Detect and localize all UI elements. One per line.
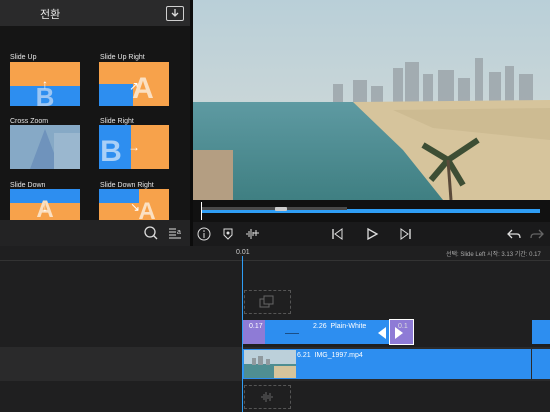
preview-scrubber[interactable]	[193, 200, 550, 222]
transition-slide-up-right[interactable]: A ↗	[99, 62, 169, 106]
panel-header: 전환	[0, 0, 190, 26]
title-clip-duration: 2.26	[313, 323, 327, 330]
slide-glyph: B	[100, 135, 122, 168]
svg-text:a: a	[177, 229, 181, 236]
arrow-down-icon: ↓	[42, 200, 48, 214]
ruler	[0, 260, 550, 261]
transition-label: Slide Down Right	[100, 182, 154, 189]
layers-icon	[259, 295, 274, 308]
search-icon[interactable]	[143, 225, 159, 246]
video-thumbnail	[244, 350, 296, 378]
transition-label: Cross Zoom	[10, 118, 49, 125]
selection-status: 선택: Slide Left 시작: 3.13 기간: 0.17	[446, 252, 541, 258]
transition-slide-up[interactable]: B ↑	[10, 62, 80, 106]
timeline-playhead[interactable]	[242, 256, 243, 412]
audio-wave-icon	[261, 392, 273, 402]
arrow-right-icon: →	[128, 140, 140, 154]
skip-forward-icon[interactable]	[399, 227, 413, 244]
transition-label: Slide Up	[10, 54, 37, 61]
slide-glyph: A	[138, 198, 155, 220]
transition-slide-right[interactable]: B →	[99, 125, 169, 169]
panel-toolbar: a	[0, 220, 190, 246]
keyframe-icon[interactable]	[221, 227, 235, 244]
clip-line	[285, 333, 299, 334]
playback-controls	[193, 222, 550, 246]
redo-icon[interactable]	[529, 227, 545, 244]
scrub-handle[interactable]	[275, 207, 287, 211]
audio-add-icon[interactable]	[245, 227, 261, 244]
transition-label: Slide Right	[100, 118, 134, 125]
title-clip-name: Plain-White	[330, 323, 367, 330]
preview-playhead	[201, 202, 202, 220]
play-icon[interactable]	[365, 227, 379, 244]
info-icon[interactable]	[197, 227, 211, 244]
next-clip[interactable]	[532, 320, 550, 344]
title-clip[interactable]: 2.26 Plain-White	[265, 320, 389, 344]
panel-title: 전환	[40, 9, 61, 21]
next-video-clip[interactable]	[532, 349, 550, 379]
video-clip[interactable]: 6.21 IMG_1997.mp4	[243, 349, 531, 379]
import-icon[interactable]	[166, 6, 184, 21]
timeline[interactable]: 0.01 선택: Slide Left 시작: 3.13 기간: 0.17 0.…	[0, 246, 550, 412]
video-preview	[193, 0, 550, 200]
arrow-down-right-icon: ↘	[130, 200, 140, 214]
transition-cross-zoom[interactable]	[10, 125, 80, 169]
transition-slide-down[interactable]: A ↓	[10, 189, 80, 220]
trim-right-icon	[395, 327, 403, 339]
add-audio-slot[interactable]	[244, 385, 291, 409]
scrub-segment	[201, 207, 347, 210]
skip-back-icon[interactable]	[330, 227, 344, 244]
transition-start-label: 0.17	[249, 323, 263, 330]
sort-az-icon[interactable]: a	[167, 225, 183, 246]
transition-grid: Slide Up B ↑ Slide Up Right A ↗ Cross Zo…	[0, 26, 190, 220]
video-clip-duration: 6.21	[297, 352, 311, 359]
arrow-up-right-icon: ↗	[129, 79, 139, 93]
undo-icon[interactable]	[506, 227, 522, 244]
transition-block-selected[interactable]: 0.1	[389, 319, 414, 345]
transition-label: Slide Up Right	[100, 54, 145, 61]
playhead-time: 0.01	[236, 249, 250, 256]
transition-block-start[interactable]: 0.17	[243, 320, 265, 344]
video-clip-name: IMG_1997.mp4	[314, 352, 363, 359]
trim-left-icon[interactable]	[377, 326, 387, 344]
transition-slide-down-right[interactable]: A ↘	[99, 189, 169, 220]
add-layer-slot[interactable]	[244, 290, 291, 314]
transition-label: Slide Down	[10, 182, 46, 189]
arrow-up-icon: ↑	[42, 77, 48, 91]
